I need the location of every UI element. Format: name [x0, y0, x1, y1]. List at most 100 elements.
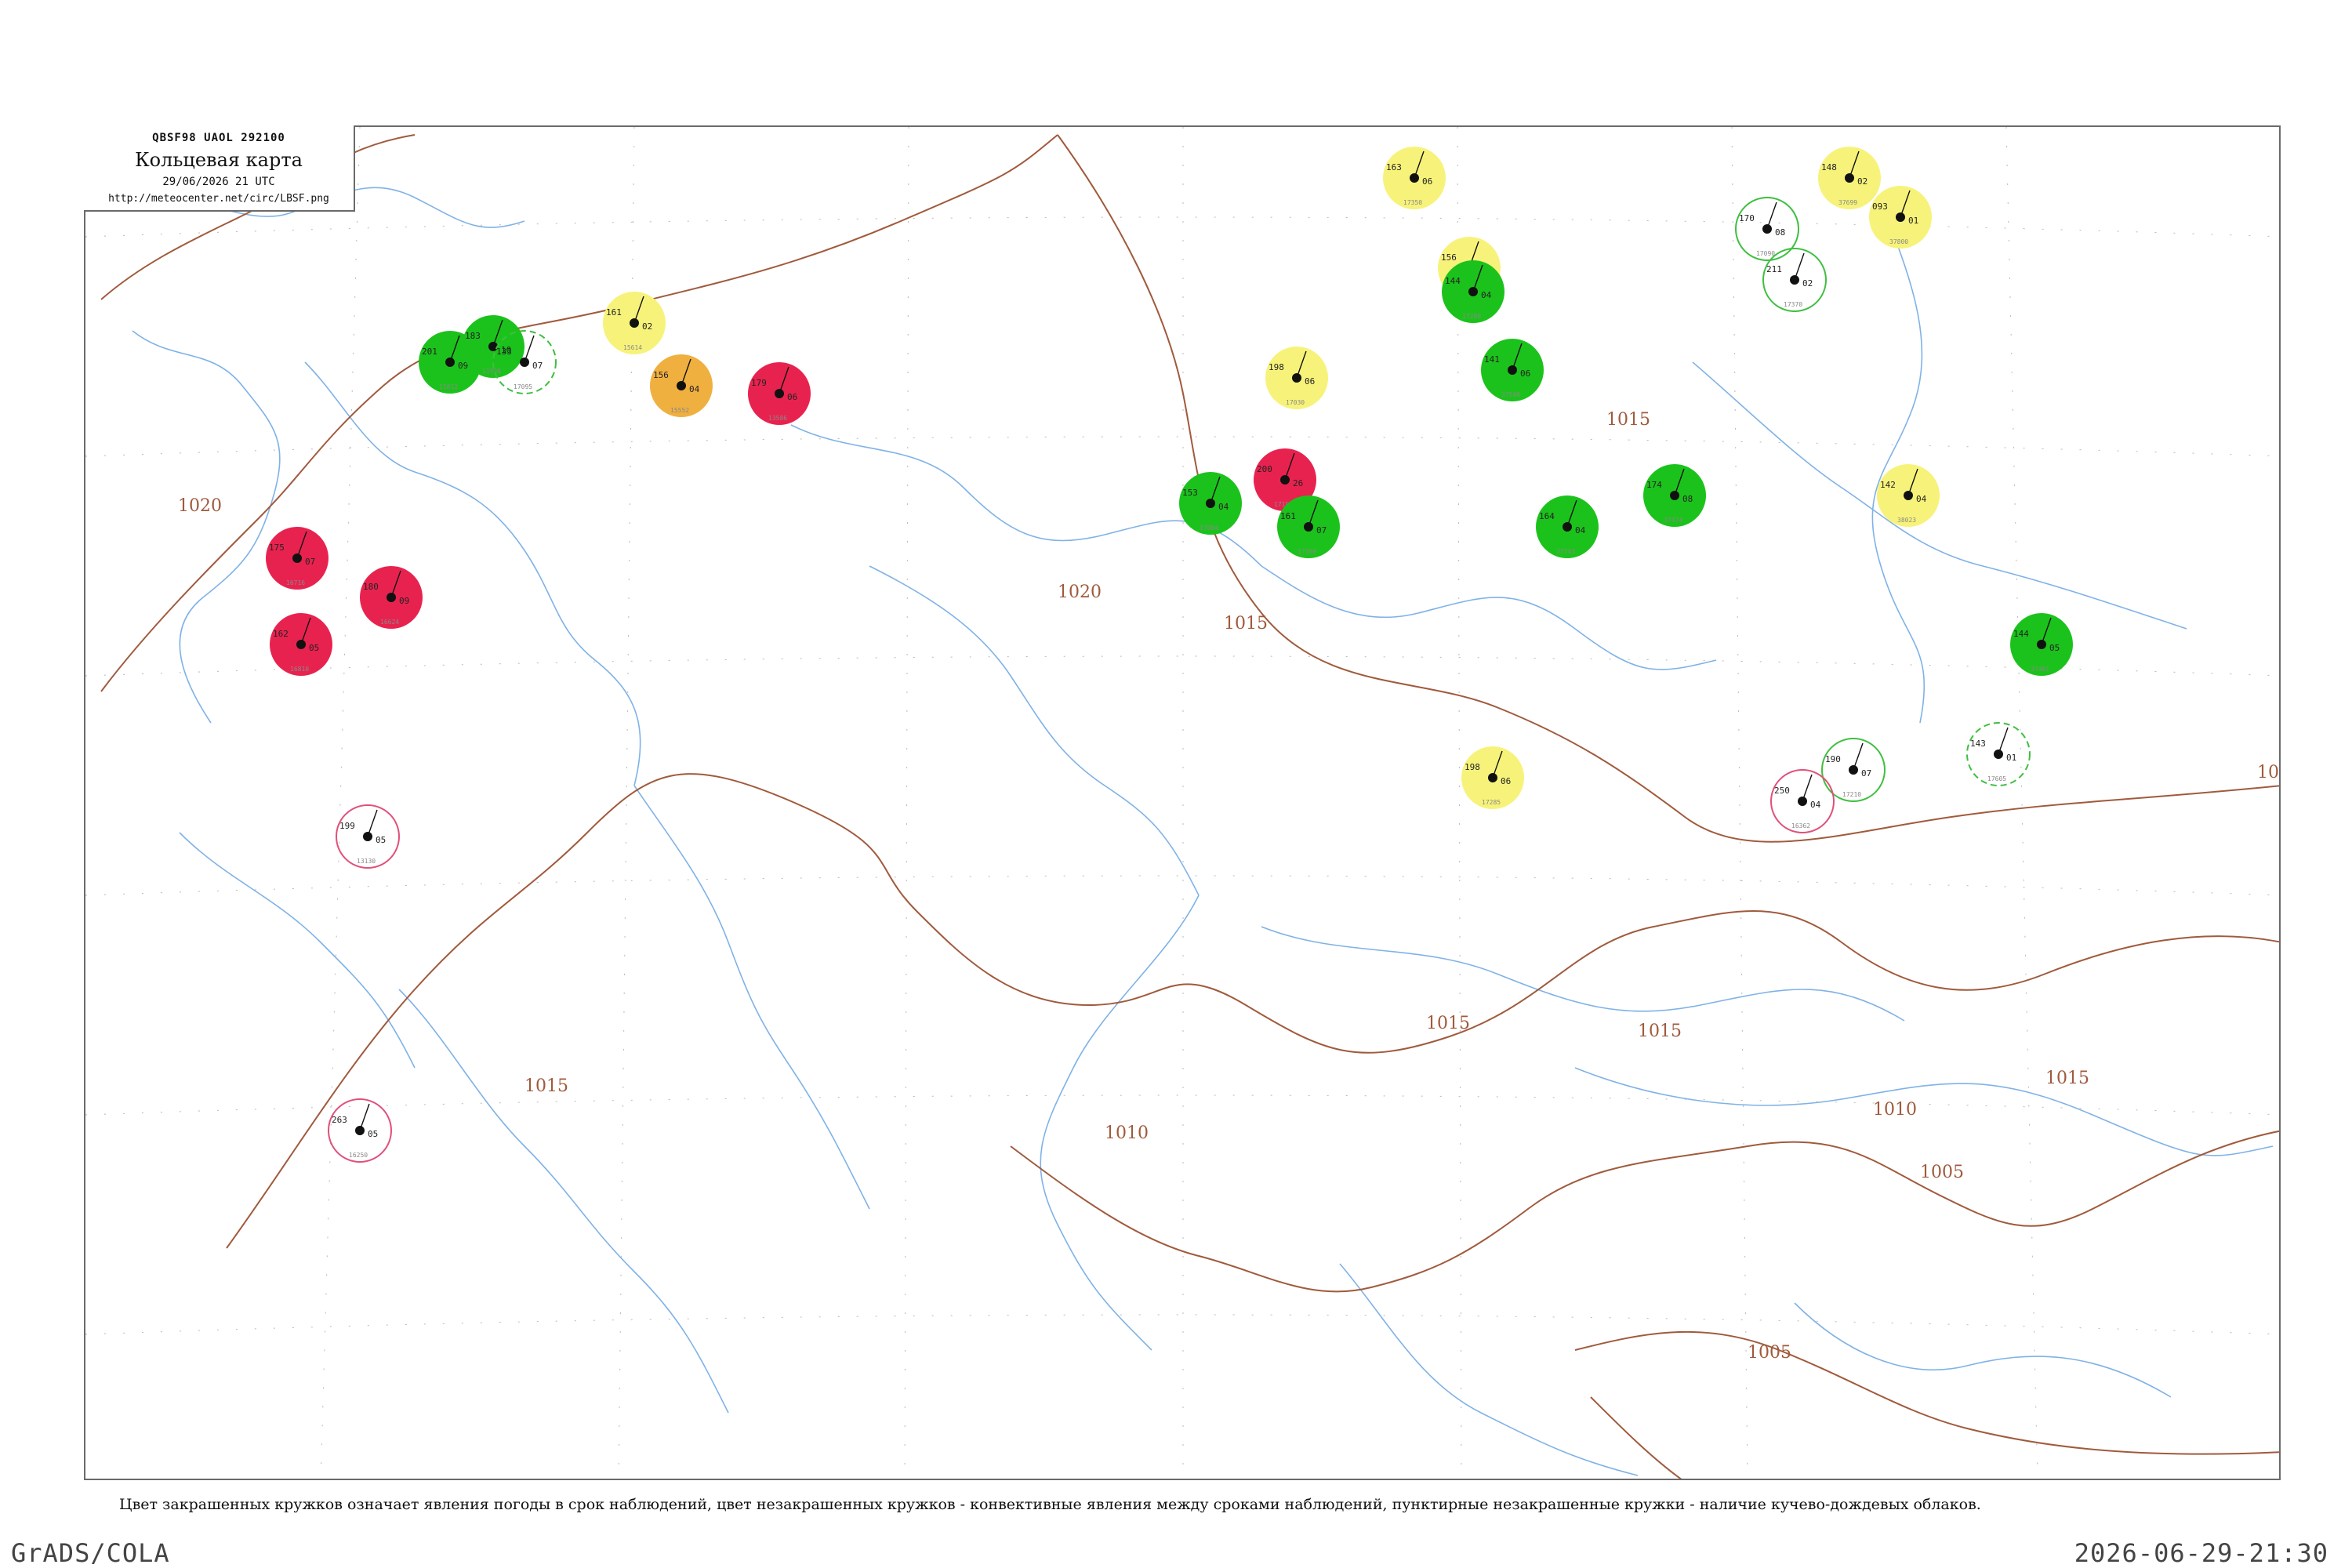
station-17285[interactable]: 198 06 17285 [1461, 746, 1524, 809]
station-id: 17280 [1462, 313, 1481, 320]
station-16624[interactable]: 180 09 16624 [360, 566, 423, 629]
station-16250[interactable]: 263 05 16250 [328, 1098, 392, 1163]
wind-barb [1794, 252, 1805, 281]
station-15614[interactable]: 161 02 15614 [603, 292, 666, 354]
station-pressure: 200 [1257, 464, 1272, 474]
station-id: 17350 [1403, 199, 1422, 206]
station-id: 17285 [1482, 799, 1501, 806]
station-pressure: 183 [465, 331, 481, 341]
isobar-label-1020: 1020 [178, 496, 222, 516]
station-temp: 06 [1501, 776, 1511, 786]
station-pressure: 179 [751, 378, 767, 388]
footer-timestamp: 2026-06-29-21:30 [2074, 1538, 2328, 1568]
map-url[interactable]: http://meteocenter.net/circ/LBSF.png [84, 193, 354, 205]
isobar-1015 [226, 773, 2279, 1249]
station-id: 17160 [1298, 548, 1316, 555]
synoptic-map[interactable]: 1025 1020 1020 1015 1015 1015 1015 1015 … [85, 127, 2281, 1480]
title-box: QBSF98 UAOL 292100 Кольцевая карта 29/06… [84, 125, 355, 212]
station-temp: 06 [1520, 368, 1530, 379]
station-id: 15614 [623, 344, 642, 351]
station-16362[interactable]: 250 04 16362 [1770, 769, 1835, 833]
station-id: 38023 [1897, 517, 1916, 524]
wind-barb [1998, 727, 2009, 755]
station-37743[interactable]: 164 04 37743 [1536, 495, 1599, 558]
wind-barb [367, 809, 378, 837]
station-pressure: 164 [1539, 511, 1555, 521]
station-pressure: 153 [1182, 488, 1198, 498]
station-17030[interactable]: 198 06 17030 [1265, 347, 1328, 409]
station-id: 17090 [1756, 250, 1775, 257]
station-temp: 06 [787, 392, 797, 402]
station-temp: 05 [376, 835, 386, 845]
station-pressure: 133 [496, 347, 512, 357]
station-17210[interactable]: 190 07 17210 [1821, 738, 1886, 802]
station-temp: 07 [305, 557, 315, 567]
station-37699[interactable]: 148 02 37699 [1818, 147, 1881, 209]
station-id: 17605 [1987, 775, 2006, 782]
station-temp: 02 [1857, 176, 1867, 187]
isobar-label-1015-a: 1015 [1224, 614, 1268, 633]
station-17280[interactable]: 144 04 17280 [1442, 260, 1504, 323]
wind-barb [1802, 774, 1813, 802]
isobar-label-1015-f: 1015 [2045, 1069, 2089, 1088]
station-pressure: 175 [269, 543, 285, 553]
isobar-label-1010-c: 1010 [1105, 1123, 1149, 1143]
station-id: 37461 [2031, 666, 2049, 673]
station-pressure: 201 [422, 347, 437, 357]
station-pressure: 143 [1970, 739, 1986, 749]
station-pressure: 163 [1386, 162, 1402, 172]
station-pressure: 141 [1484, 354, 1500, 365]
station-37461[interactable]: 144 05 37461 [2010, 613, 2073, 676]
station-37474[interactable]: 174 08 37474 [1643, 464, 1706, 527]
station-pressure: 198 [1269, 362, 1284, 372]
station-17350[interactable]: 163 06 17350 [1383, 147, 1446, 209]
station-17160[interactable]: 161 07 17160 [1277, 495, 1340, 558]
isobars [100, 134, 2279, 1479]
station-37800[interactable]: 093 01 37800 [1869, 186, 1932, 249]
station-temp: 04 [1916, 494, 1927, 504]
station-37549[interactable]: 141 06 37549 [1481, 339, 1544, 401]
station-pressure: 211 [1766, 264, 1782, 274]
station-temp: 08 [1775, 227, 1785, 238]
station-17370[interactable]: 211 02 17370 [1762, 248, 1827, 312]
isobar-1010 [1010, 1130, 2279, 1293]
station-id: 13586 [768, 415, 787, 422]
station-id: 17370 [1784, 301, 1802, 308]
station-pressure: 250 [1774, 786, 1790, 796]
station-13130[interactable]: 199 05 13130 [336, 804, 400, 869]
station-id: 17084 [1200, 524, 1218, 532]
station-temp: 04 [1481, 290, 1492, 300]
bulletin-code: QBSF98 UAOL 292100 [152, 132, 285, 144]
station-pressure: 156 [653, 370, 669, 380]
station-temp: 09 [399, 596, 409, 606]
station-13586[interactable]: 179 06 13586 [748, 362, 811, 425]
station-17605[interactable]: 143 01 17605 [1966, 722, 2031, 786]
station-17084[interactable]: 153 04 17084 [1179, 472, 1242, 535]
station-38023[interactable]: 142 04 38023 [1877, 464, 1940, 527]
legend-caption: Цвет закрашенных кружков означает явлени… [119, 1496, 1981, 1513]
station-pressure: 263 [332, 1115, 347, 1125]
station-temp: 01 [2006, 753, 2016, 763]
station-temp: 02 [642, 321, 652, 332]
station-temp: 05 [309, 643, 319, 653]
station-15552[interactable]: 156 04 15552 [650, 354, 713, 417]
station-pressure: 162 [273, 629, 289, 639]
station-17090[interactable]: 170 08 17090 [1735, 197, 1799, 261]
footer-software: GrADS/COLA [11, 1538, 170, 1568]
wind-barb [359, 1103, 370, 1131]
station-pressure: 144 [1445, 276, 1461, 286]
station-16810[interactable]: 162 05 16810 [270, 613, 332, 676]
station-temp: 04 [1575, 525, 1586, 535]
station-pressure: 148 [1821, 162, 1837, 172]
station-id: 16716 [286, 579, 305, 586]
isobar-1005 [1574, 1330, 2279, 1455]
station-pressure: 142 [1880, 480, 1896, 490]
station-id: 16250 [349, 1152, 368, 1159]
station-id: 37800 [1889, 238, 1908, 245]
map-title: Кольцевая карта [135, 149, 303, 171]
station-16716[interactable]: 175 07 16716 [266, 527, 328, 590]
station-pressure: 161 [606, 307, 622, 318]
station-temp: 04 [1218, 502, 1229, 512]
isobar-label-1005-b: 1005 [1748, 1343, 1791, 1363]
station-temp: 01 [1908, 216, 1918, 226]
